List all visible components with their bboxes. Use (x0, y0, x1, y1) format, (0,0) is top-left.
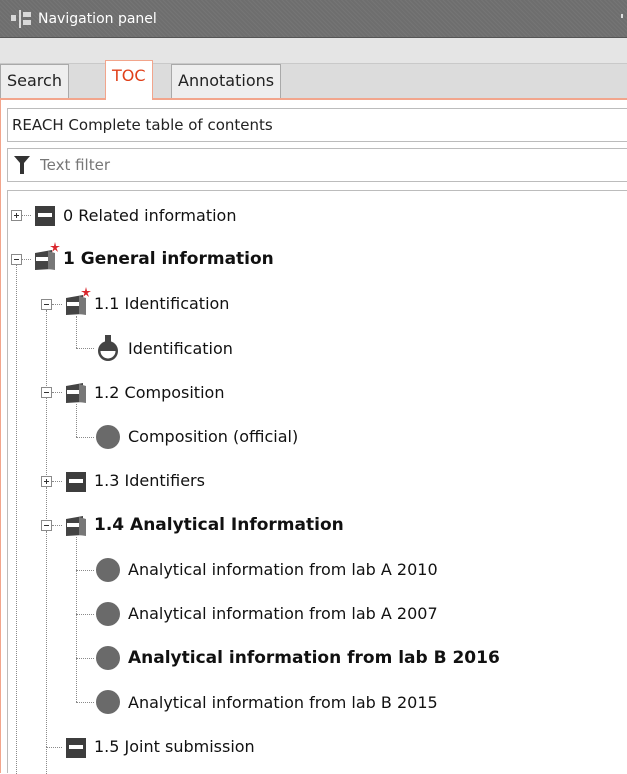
tree-item-label: 1.4 Analytical Information (94, 515, 344, 536)
text-filter[interactable] (7, 148, 627, 182)
tab-bar: Search TOC Annotations (0, 38, 627, 100)
expand-toggle[interactable] (11, 210, 22, 222)
doc-section-icon (64, 736, 86, 758)
tree-item-label: 0 Related information (63, 205, 237, 225)
tree-item[interactable]: 1.2 Composition (64, 372, 224, 412)
tree-item-label: Identification (128, 338, 233, 358)
open-folder-doc-icon (64, 381, 86, 404)
collapse-toggle[interactable] (41, 298, 52, 310)
tree-item[interactable]: 1.3 Identifiers (64, 461, 205, 501)
record-circle-icon (96, 601, 120, 626)
panel-menu-handle[interactable] (621, 14, 623, 18)
toc-tree: 0 Related information 1 General informati… (7, 190, 627, 774)
panel-title: Navigation panel (38, 10, 157, 27)
tree-item[interactable]: 1 General information (33, 239, 274, 279)
funnel-icon (14, 156, 30, 174)
record-circle-icon (96, 424, 120, 449)
panel-title-bar[interactable]: Navigation panel (0, 0, 627, 38)
doc-section-icon (33, 204, 55, 227)
toc-panel: REACH Complete table of contents 0 Relat… (0, 100, 627, 774)
navigation-panel: Navigation panel Search TOC Annotations … (0, 0, 627, 774)
collapse-toggle[interactable] (41, 520, 52, 532)
tree-item[interactable]: 1.1 Identification (64, 284, 229, 324)
tree-item-label: 1.5 Joint submission (94, 737, 255, 757)
tree-item[interactable]: Analytical information from lab B 2016 (96, 638, 500, 678)
tree-item[interactable]: Analytical information from lab A 2007 (96, 594, 438, 634)
tree-item-label: 1 General information (63, 249, 274, 270)
tree-item-label: Analytical information from lab B 2016 (128, 648, 500, 669)
tree-item[interactable]: 1.4 Analytical Information (64, 505, 344, 545)
expand-toggle[interactable] (41, 475, 52, 487)
open-folder-doc-icon (64, 286, 91, 315)
tree-item-label: 1.3 Identifiers (94, 471, 205, 491)
collapse-toggle[interactable] (41, 387, 52, 399)
doc-section-icon (64, 470, 86, 492)
tree-item[interactable]: Composition (official) (96, 417, 298, 457)
tree-item-label: 1.2 Composition (94, 382, 225, 402)
tree-item[interactable]: Analytical information from lab A 2010 (96, 550, 438, 590)
navigation-panel-icon (11, 9, 31, 28)
required-star-icon (81, 286, 91, 297)
required-star-icon (50, 242, 60, 253)
tree-item-label: Composition (official) (128, 427, 299, 447)
tree-item[interactable]: 0 Related information (33, 195, 236, 235)
collapse-toggle[interactable] (11, 254, 22, 266)
flask-icon (96, 335, 120, 362)
tab-annotations[interactable]: Annotations (171, 64, 282, 98)
open-folder-doc-icon (33, 242, 60, 271)
tree-item[interactable]: Identification (96, 328, 233, 368)
open-folder-doc-icon (64, 514, 86, 537)
tree-item-label: Analytical information from lab A 2007 (128, 604, 438, 624)
record-circle-icon (96, 690, 120, 715)
tab-search[interactable]: Search (0, 64, 69, 98)
tree-item[interactable]: Analytical information from lab B 2015 (96, 682, 438, 722)
tree-item-label: Analytical information from lab A 2010 (128, 560, 438, 580)
tree-item-label: Analytical information from lab B 2015 (128, 692, 438, 712)
text-filter-input[interactable] (38, 155, 602, 175)
toc-selector[interactable]: REACH Complete table of contents (7, 108, 627, 142)
record-circle-icon (96, 557, 120, 582)
tree-item-label: 1.1 Identification (94, 294, 230, 314)
tree-item[interactable]: 1.5 Joint submission (64, 727, 255, 767)
record-circle-icon (96, 646, 120, 671)
tab-toc[interactable]: TOC (105, 60, 153, 100)
